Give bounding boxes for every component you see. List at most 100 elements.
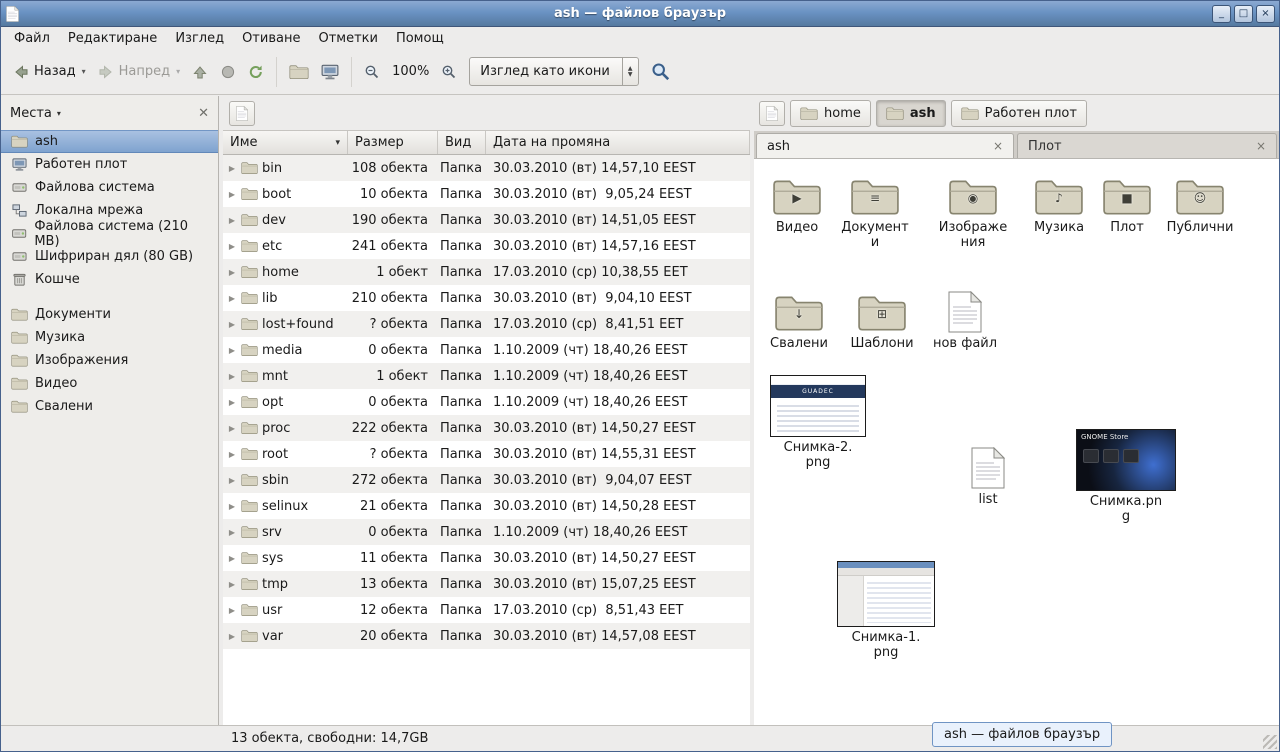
- tab-close-icon[interactable]: ×: [993, 139, 1003, 153]
- computer-button[interactable]: [315, 58, 345, 86]
- expander-icon[interactable]: ▶: [227, 346, 237, 355]
- sidebar-item-работен-плот[interactable]: Работен плот: [1, 153, 218, 176]
- file-item-list[interactable]: list: [945, 443, 1031, 507]
- zoom-out-button[interactable]: [358, 59, 386, 85]
- menu-item[interactable]: Отиване: [233, 29, 309, 48]
- expander-icon[interactable]: ▶: [227, 190, 237, 199]
- file-item-снимка-2-png[interactable]: GUADECСнимка-2.png: [764, 375, 872, 470]
- sidebar-item-видео[interactable]: Видео: [1, 372, 218, 395]
- table-row[interactable]: ▶ opt 0 обекта Папка 1.10.2009 (чт) 18,4…: [223, 389, 750, 415]
- sidebar-item-файлова-система[interactable]: Файлова система: [1, 176, 218, 199]
- table-row[interactable]: ▶ lib 210 обекта Папка 30.03.2010 (вт) 9…: [223, 285, 750, 311]
- file-item-снимка-1-png[interactable]: Снимка-1.png: [832, 561, 940, 660]
- table-row[interactable]: ▶ lost+found ? обекта Папка 17.03.2010 (…: [223, 311, 750, 337]
- expander-icon[interactable]: ▶: [227, 528, 237, 537]
- expander-icon[interactable]: ▶: [227, 320, 237, 329]
- menu-item[interactable]: Помощ: [387, 29, 453, 48]
- menu-item[interactable]: Изглед: [166, 29, 233, 48]
- search-button[interactable]: [645, 57, 676, 86]
- sidebar-item-файлова-система-210-mb-[interactable]: Файлова система (210 MB): [1, 222, 218, 245]
- home-button[interactable]: [283, 59, 315, 85]
- column-header-date[interactable]: Дата на промяна: [486, 131, 750, 154]
- resize-grip[interactable]: [1263, 735, 1277, 749]
- table-row[interactable]: ▶ media 0 обекта Папка 1.10.2009 (чт) 18…: [223, 337, 750, 363]
- table-row[interactable]: ▶ dev 190 обекта Папка 30.03.2010 (вт) 1…: [223, 207, 750, 233]
- tree-pane-button[interactable]: [229, 101, 255, 126]
- folder-item-документи[interactable]: ≡Документи: [832, 171, 918, 250]
- tab-ash[interactable]: ash ×: [756, 133, 1014, 158]
- expander-icon[interactable]: ▶: [227, 372, 237, 381]
- sidebar-item-ash[interactable]: ash: [1, 130, 218, 153]
- menu-item[interactable]: Редактиране: [59, 29, 166, 48]
- path-button-ash[interactable]: ash: [876, 100, 946, 127]
- sidebar-item-музика[interactable]: Музика: [1, 326, 218, 349]
- folder-item-изображения[interactable]: ◉Изображения: [930, 171, 1016, 250]
- table-row[interactable]: ▶ proc 222 обекта Папка 30.03.2010 (вт) …: [223, 415, 750, 441]
- stop-button[interactable]: [214, 59, 242, 85]
- expander-icon[interactable]: ▶: [227, 502, 237, 511]
- chevron-down-icon[interactable]: ▾: [57, 109, 61, 118]
- folder-item-публични[interactable]: ☺Публични: [1157, 171, 1243, 235]
- expander-icon[interactable]: ▶: [227, 580, 237, 589]
- expander-icon[interactable]: ▶: [227, 450, 237, 459]
- up-button[interactable]: [186, 59, 214, 85]
- expander-icon[interactable]: ▶: [227, 554, 237, 563]
- table-row[interactable]: ▶ root ? обекта Папка 30.03.2010 (вт) 14…: [223, 441, 750, 467]
- chevron-down-icon[interactable]: ▾: [82, 67, 86, 76]
- menu-item[interactable]: Файл: [5, 29, 59, 48]
- expander-icon[interactable]: ▶: [227, 632, 237, 641]
- column-header-type[interactable]: Вид: [438, 131, 486, 154]
- icon-view[interactable]: ▶Видео≡Документи◉Изображения♪Музика■Плот…: [754, 159, 1279, 725]
- expander-icon[interactable]: ▶: [227, 606, 237, 615]
- sidebar-close-icon[interactable]: ✕: [198, 106, 209, 121]
- titlebar[interactable]: ash — файлов браузър _ □ ×: [1, 1, 1279, 27]
- table-row[interactable]: ▶ mnt 1 обект Папка 1.10.2009 (чт) 18,40…: [223, 363, 750, 389]
- close-button[interactable]: ×: [1256, 5, 1275, 23]
- sidebar-item-свалени[interactable]: Свалени: [1, 395, 218, 418]
- folder-item-шаблони[interactable]: ⊞Шаблони: [839, 287, 925, 351]
- expander-icon[interactable]: ▶: [227, 216, 237, 225]
- table-row[interactable]: ▶ boot 10 обекта Папка 30.03.2010 (вт) 9…: [223, 181, 750, 207]
- column-header-name[interactable]: Име ▾: [223, 131, 348, 154]
- menu-item[interactable]: Отметки: [309, 29, 386, 48]
- path-button-home[interactable]: home: [790, 100, 871, 127]
- table-row[interactable]: ▶ srv 0 обекта Папка 1.10.2009 (чт) 18,4…: [223, 519, 750, 545]
- minimize-button[interactable]: _: [1212, 5, 1231, 23]
- forward-button[interactable]: Напред ▾: [92, 59, 187, 85]
- tab-плот[interactable]: Плот ×: [1017, 133, 1277, 158]
- sidebar-item-документи[interactable]: Документи: [1, 303, 218, 326]
- location-toggle-button[interactable]: [759, 101, 785, 126]
- file-item-нов-файл[interactable]: нов файл: [922, 287, 1008, 351]
- sidebar-item-изображения[interactable]: Изображения: [1, 349, 218, 372]
- expander-icon[interactable]: ▶: [227, 424, 237, 433]
- folder-item-видео[interactable]: ▶Видео: [754, 171, 840, 235]
- expander-icon[interactable]: ▶: [227, 268, 237, 277]
- expander-icon[interactable]: ▶: [227, 242, 237, 251]
- expander-icon[interactable]: ▶: [227, 294, 237, 303]
- sidebar-item-кошче[interactable]: Кошче: [1, 268, 218, 291]
- sort-arrow-icon[interactable]: ▾: [335, 138, 340, 148]
- expander-icon[interactable]: ▶: [227, 398, 237, 407]
- maximize-button[interactable]: □: [1234, 5, 1253, 23]
- sidebar-title[interactable]: Места: [10, 106, 52, 121]
- table-row[interactable]: ▶ var 20 обекта Папка 30.03.2010 (вт) 14…: [223, 623, 750, 649]
- folder-item-свалени[interactable]: ↓Свалени: [756, 287, 842, 351]
- table-row[interactable]: ▶ selinux 21 обекта Папка 30.03.2010 (вт…: [223, 493, 750, 519]
- back-button[interactable]: Назад ▾: [7, 59, 92, 85]
- spinner-arrows-icon[interactable]: ▲ ▼: [622, 58, 638, 85]
- expander-icon[interactable]: ▶: [227, 476, 237, 485]
- reload-button[interactable]: [242, 59, 270, 85]
- path-button-работен-плот[interactable]: Работен плот: [951, 100, 1087, 127]
- table-row[interactable]: ▶ bin 108 обекта Папка 30.03.2010 (вт) 1…: [223, 155, 750, 181]
- table-row[interactable]: ▶ usr 12 обекта Папка 17.03.2010 (ср) 8,…: [223, 597, 750, 623]
- table-row[interactable]: ▶ sbin 272 обекта Папка 30.03.2010 (вт) …: [223, 467, 750, 493]
- table-row[interactable]: ▶ tmp 13 обекта Папка 30.03.2010 (вт) 15…: [223, 571, 750, 597]
- column-header-size[interactable]: Размер: [348, 131, 438, 154]
- view-mode-select[interactable]: Изглед като икони ▲ ▼: [469, 57, 638, 86]
- table-row[interactable]: ▶ home 1 обект Папка 17.03.2010 (ср) 10,…: [223, 259, 750, 285]
- expander-icon[interactable]: ▶: [227, 164, 237, 173]
- tab-close-icon[interactable]: ×: [1256, 139, 1266, 153]
- table-row[interactable]: ▶ etc 241 обекта Папка 30.03.2010 (вт) 1…: [223, 233, 750, 259]
- file-item-снимка-png[interactable]: GNOME StoreСнимка.png: [1072, 429, 1180, 524]
- table-row[interactable]: ▶ sys 11 обекта Папка 30.03.2010 (вт) 14…: [223, 545, 750, 571]
